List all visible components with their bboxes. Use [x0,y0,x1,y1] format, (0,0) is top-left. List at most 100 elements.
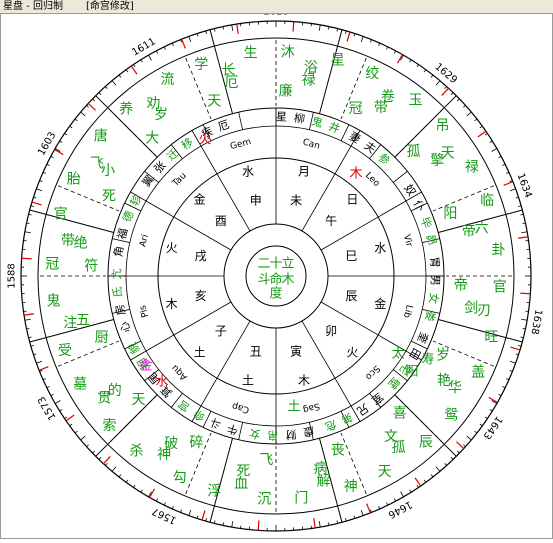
outer-star-char: 玉 [408,93,422,109]
outer-star-char: 大 [145,131,159,147]
edit-life-palace-menu[interactable]: [命宫修改] [86,0,134,13]
degree-tick [417,65,419,67]
degree-tick [354,516,355,519]
mansion-char: 妻 [347,130,363,147]
outer-star-char: 盖 [471,364,485,380]
degree-tick [345,31,346,34]
degree-tick [457,451,459,453]
degree-tick [386,502,387,505]
mansion-marker [520,293,530,294]
mansion-char: 牛 [225,421,239,437]
degree-tick [141,490,143,493]
house-divider [210,30,214,46]
degree-tick [506,378,509,379]
degree-tick [70,126,72,128]
mansion-marker [22,258,32,259]
degree-tick [51,394,54,395]
degree-tick [521,319,527,320]
degree-tick [319,25,320,31]
degree-tick [75,119,77,121]
mansion-marker [24,314,34,316]
mansion-char: 昴 [423,233,438,247]
mansion-marker [39,367,48,371]
degree-tick [197,516,198,519]
degree-tick [370,40,371,43]
outer-star-char: 天 [132,392,146,408]
degree-tick [164,502,165,505]
mansion-char: 胃 [427,256,441,268]
degree-tick [93,451,95,453]
center-char: 木 [281,273,294,288]
planet-label: 木 [166,297,178,311]
mansion-char: 毕 [418,215,434,230]
degree-tick [401,492,404,497]
outer-star-char: 星 [331,53,345,69]
outer-star-char: 绞 [365,65,379,82]
degree-tick [516,354,519,355]
zodiac-label: Can [301,138,321,152]
zodiac-label: Gem [229,137,252,152]
outer-star-char: 卦 [492,243,506,259]
outer-star-char: 勾 [173,470,187,486]
mansion-marker [347,32,350,42]
planet-label: 火 [346,345,358,359]
house-divider [444,96,456,108]
mansion-char: 男 [428,275,441,286]
degree-tick [99,93,101,95]
degree-tick [354,33,355,36]
mansion-char: 角 [112,245,127,258]
degree-tick [394,51,395,54]
mansion-marker [504,182,513,186]
mansion-marker [66,415,74,421]
degree-tick [105,463,107,465]
degree-tick [410,60,412,63]
earth-marker: 土 [287,400,300,415]
mansion-char: 鬼 [310,114,324,130]
outer-star-char: 厨 [95,330,109,346]
degree-tick [180,510,181,513]
degree-tick [463,105,465,107]
degree-tick [55,401,60,404]
branch-label: 巳 [345,249,357,263]
degree-tick [417,485,419,487]
planet-label: 金 [194,192,206,207]
mansion-char: 张 [151,159,168,176]
mansion-char: 柳 [293,111,306,126]
mansion-marker [258,520,259,530]
center-char: 立 [281,257,294,272]
degree-label: 1629 [432,61,459,86]
degree-tick [51,156,54,157]
house-divider [338,30,342,46]
degree-label: 1603 [36,130,58,158]
degree-tick [112,81,116,86]
planet-label: 木 [298,373,310,387]
outer-star-char: 刃 [477,303,491,319]
degree-tick [25,319,31,320]
branch-label: 子 [215,324,227,338]
window-title: 星盘 - 回归制 [3,0,63,13]
outer-star-char: 带 [374,100,388,116]
aux-star-char: 寿 [421,353,434,368]
mansion-marker [510,347,520,350]
zodiac-label: Pis [138,304,151,319]
degree-tick [141,60,143,63]
outer-star-char: 喜 [393,405,407,421]
mansion-char: 兄 [355,401,371,418]
mansion-divider [239,112,243,130]
mansion-char: 亢 [109,268,123,279]
planet-label: 水 [374,241,386,255]
outer-star-char: 浮 [207,483,221,499]
outer-star-char: 死 [102,188,116,204]
degree-tick [33,197,36,198]
zodiac-label: Sag [302,400,321,414]
degree-tick [467,112,472,116]
mansion-marker [442,88,449,95]
outer-star-char: 帝 [454,278,468,294]
degree-tick [475,119,477,121]
mansion-char: 夫 [362,139,379,156]
zodiac-label: Ari [138,234,151,249]
degree-tick [75,431,77,433]
mansion-char: 福 [114,226,130,240]
outer-star-char: 墓 [73,377,87,393]
outer-star-char: 学 [194,57,208,73]
